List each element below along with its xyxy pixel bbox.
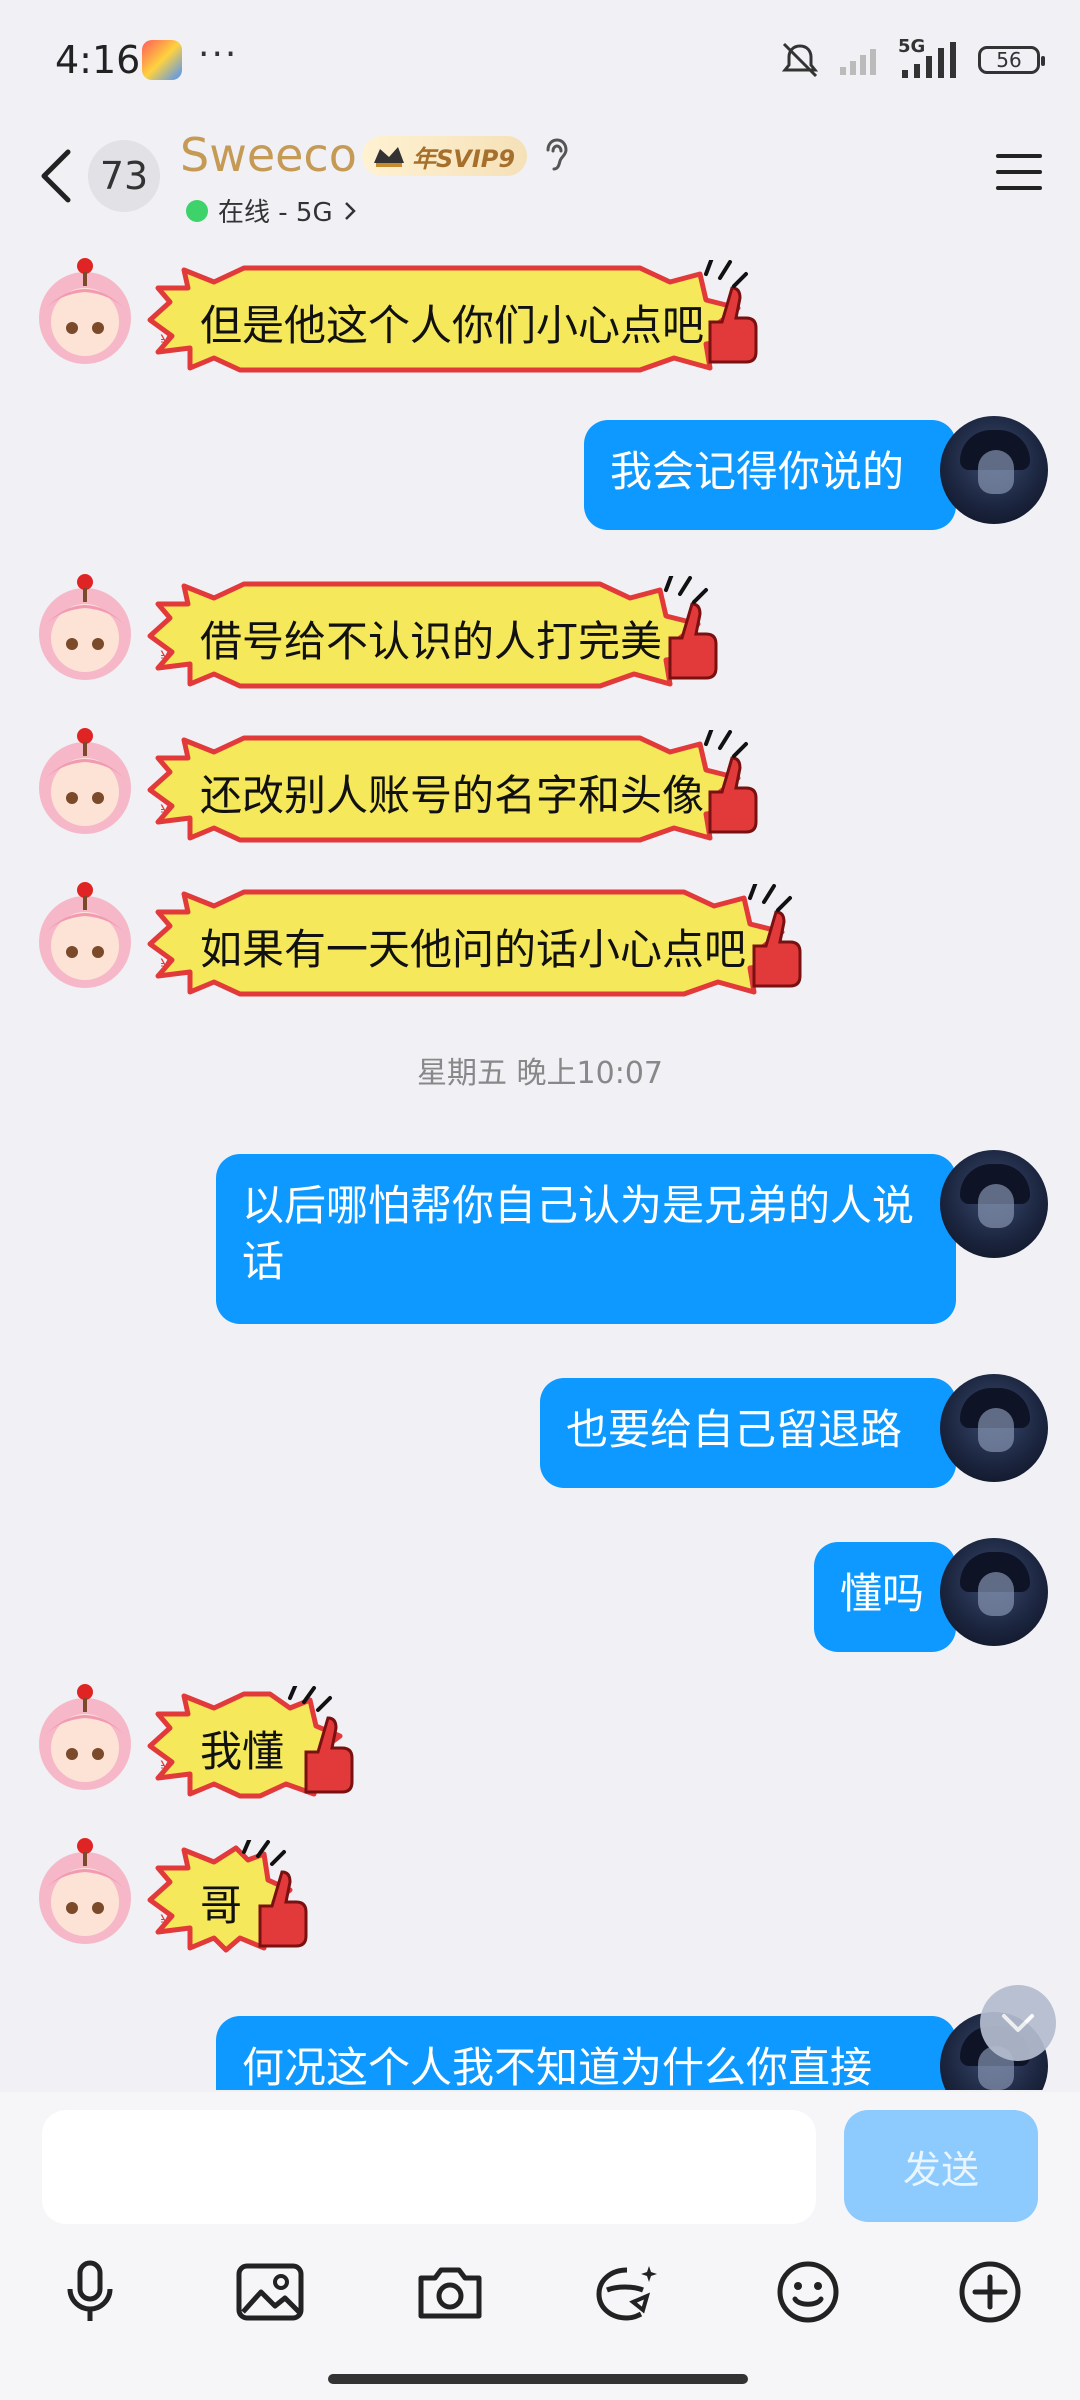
more-actions-button[interactable] (950, 2252, 1030, 2332)
message-bubble-outgoing[interactable]: 我会记得你说的 (584, 420, 956, 530)
chevron-down-icon (1002, 2014, 1034, 2032)
chat-header: 73 Sweeco 年SVIP9 在线 - 5G (0, 120, 1080, 240)
message-list[interactable]: ¥ 但是他这个人你们小心点吧 我会记得你说的 ¥ 借号给不认识的人打完美 ¥ 还… (0, 240, 1080, 2090)
signal-weak-icon (840, 49, 876, 75)
composer-toolbar (0, 2252, 1080, 2342)
svg-text:¥: ¥ (160, 1757, 170, 1776)
image-icon (236, 2263, 304, 2321)
presence-label: 在线 - 5G (218, 198, 333, 228)
avatar[interactable] (30, 574, 140, 684)
avatar[interactable] (940, 1374, 1048, 1482)
message-row: ¥ 哥 (0, 1820, 1080, 1970)
svg-text:¥: ¥ (160, 955, 170, 974)
message-text: 借号给不认识的人打完美 (200, 617, 663, 666)
menu-icon[interactable] (994, 150, 1044, 194)
message-bubble-outgoing[interactable]: 懂吗 (814, 1542, 956, 1652)
emoji-icon (777, 2261, 839, 2323)
message-text: 哥 (200, 1881, 243, 1930)
voice-button[interactable] (50, 2252, 130, 2332)
more-notifications-icon: ··· (198, 34, 239, 75)
message-text: 但是他这个人你们小心点吧 (200, 301, 705, 350)
message-text: 也要给自己留退路 (566, 1405, 903, 1454)
avatar[interactable] (940, 416, 1048, 524)
message-text: 以后哪怕帮你自己认为是兄弟的人说话 (242, 1181, 915, 1286)
message-text: 如果有一天他问的话小心点吧 (200, 925, 747, 974)
presence-status[interactable]: 在线 - 5G (186, 192, 357, 229)
avatar[interactable] (940, 1538, 1048, 1646)
contact-name[interactable]: Sweeco (180, 128, 357, 182)
home-indicator[interactable] (328, 2374, 748, 2384)
message-bubble-incoming[interactable]: ¥ 如果有一天他问的话小心点吧 (140, 884, 850, 1000)
online-dot-icon (186, 199, 208, 222)
vip-badge[interactable]: 年SVIP9 (362, 136, 528, 176)
scroll-to-bottom-button[interactable] (980, 1985, 1056, 2061)
avatar[interactable] (30, 728, 140, 838)
svg-text:¥: ¥ (160, 647, 170, 666)
message-row: ¥ 借号给不认识的人打完美 (0, 556, 1080, 706)
message-text: 还改别人账号的名字和头像 (200, 771, 705, 820)
message-bubble-outgoing[interactable]: 何况这个人我不知道为什么你直接 (216, 2016, 956, 2090)
message-bubble-incoming[interactable]: ¥ 我懂 (140, 1686, 370, 1802)
avatar[interactable] (30, 882, 140, 992)
avatar[interactable] (940, 1150, 1048, 1258)
message-input[interactable] (42, 2110, 816, 2224)
message-row: 以后哪怕帮你自己认为是兄弟的人说话 (0, 1150, 1080, 1334)
emoji-button[interactable] (768, 2252, 848, 2332)
message-bubble-incoming[interactable]: ¥ 借号给不认识的人打完美 (140, 576, 760, 692)
avatar[interactable] (30, 1838, 140, 1948)
message-bubble-outgoing[interactable]: 也要给自己留退路 (540, 1378, 956, 1488)
chevron-right-icon (344, 201, 356, 220)
back-arrow-icon[interactable] (36, 146, 76, 206)
message-row: 何况这个人我不知道为什么你直接 (0, 2012, 1080, 2090)
avatar[interactable] (30, 1684, 140, 1794)
mic-icon (67, 2260, 113, 2321)
send-button[interactable]: 发送 (844, 2110, 1038, 2222)
vip-crown-icon (374, 147, 404, 167)
svg-text:¥: ¥ (160, 801, 170, 820)
message-row: 也要给自己留退路 (0, 1374, 1080, 1498)
message-text: 何况这个人我不知道为什么你直接 (242, 2043, 873, 2090)
message-row: ¥ 如果有一天他问的话小心点吧 (0, 864, 1080, 1014)
mute-icon (781, 42, 819, 78)
avatar[interactable] (30, 258, 140, 368)
status-bar: 4:16 ··· 5G 56 (0, 0, 1080, 120)
timestamp: 星期五 晚上10:07 (417, 1056, 663, 1091)
message-text: 懂吗 (840, 1569, 925, 1618)
message-text: 我会记得你说的 (610, 447, 905, 496)
message-row: ¥ 还改别人账号的名字和头像 (0, 710, 1080, 860)
plus-icon (959, 2261, 1021, 2323)
battery-icon: 56 (978, 46, 1045, 74)
camera-button[interactable] (410, 2252, 490, 2332)
vip-label: 年SVIP9 (412, 144, 516, 173)
message-row: ¥ 但是他这个人你们小心点吧 (0, 240, 1080, 390)
camera-icon (418, 2267, 482, 2319)
message-bubble-incoming[interactable]: ¥ 哥 (140, 1840, 320, 1956)
earpiece-mode-icon[interactable] (540, 136, 572, 176)
svg-text:¥: ¥ (160, 1911, 170, 1930)
message-row: 懂吗 (0, 1538, 1080, 1662)
sticker-icon (596, 2266, 657, 2321)
gallery-button[interactable] (230, 2252, 310, 2332)
unread-count-badge[interactable]: 73 (88, 140, 160, 212)
message-row: 我会记得你说的 (0, 416, 1080, 540)
message-bubble-incoming[interactable]: ¥ 还改别人账号的名字和头像 (140, 730, 800, 846)
svg-text:¥: ¥ (160, 331, 170, 350)
message-text: 我懂 (200, 1727, 285, 1776)
message-bubble-outgoing[interactable]: 以后哪怕帮你自己认为是兄弟的人说话 (216, 1154, 956, 1324)
message-bubble-incoming[interactable]: ¥ 但是他这个人你们小心点吧 (140, 260, 800, 376)
composer: 发送 (0, 2092, 1080, 2400)
message-row: ¥ 我懂 (0, 1666, 1080, 1816)
sticker-button[interactable] (588, 2252, 668, 2332)
clock: 4:16 (55, 38, 141, 82)
app-notification-icon (142, 40, 182, 80)
signal-5g-icon: 5G (898, 36, 962, 80)
